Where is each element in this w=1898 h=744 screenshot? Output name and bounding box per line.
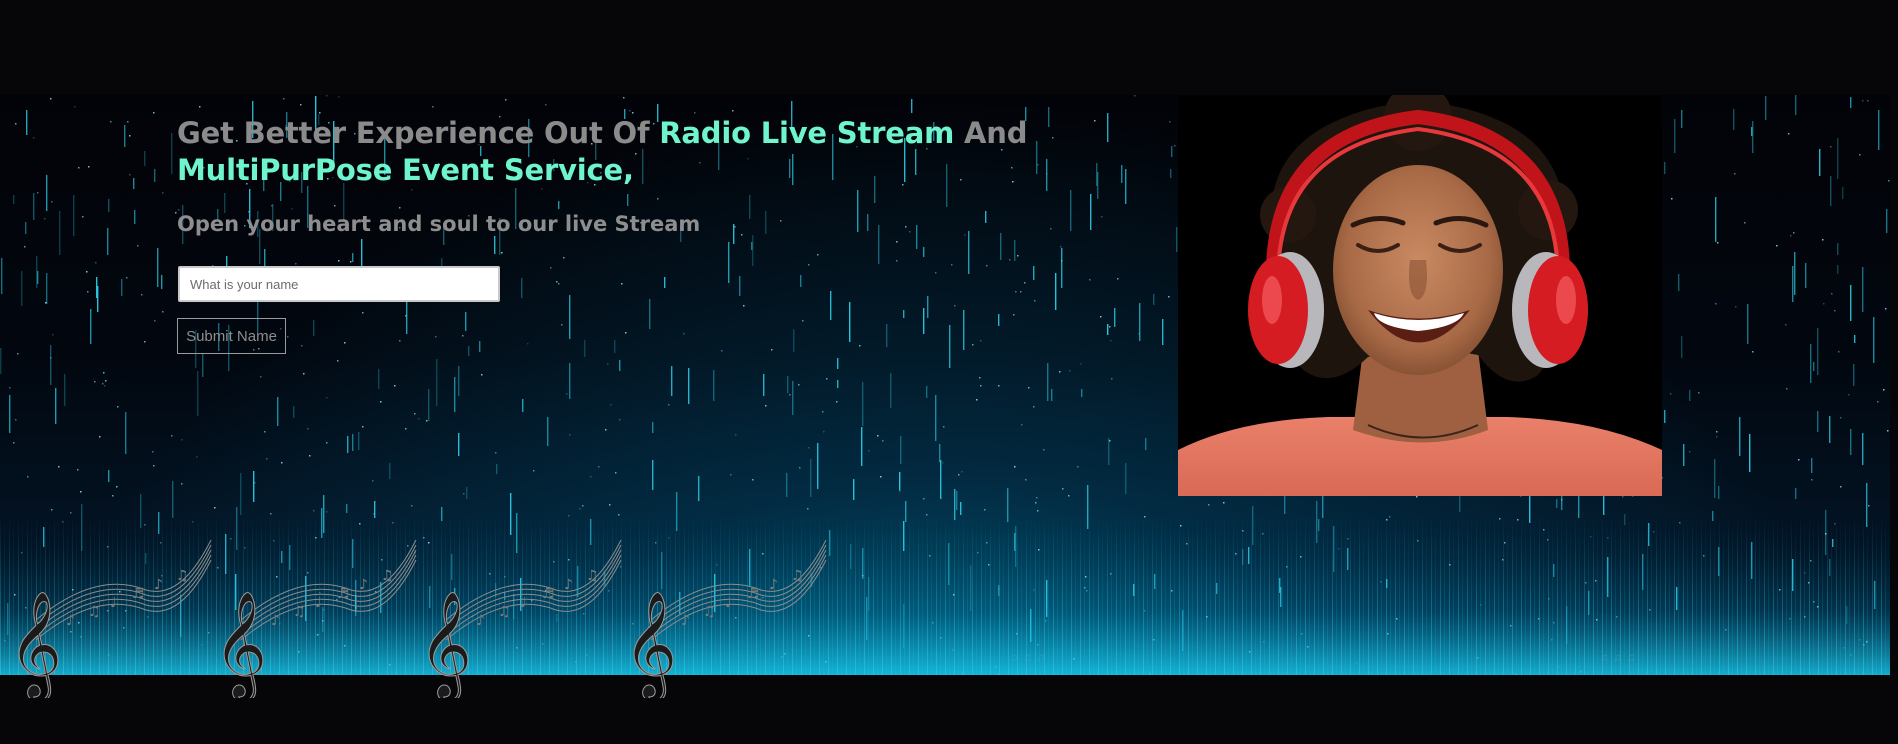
svg-text:♪: ♪	[271, 613, 280, 629]
svg-text:♫: ♫	[88, 604, 101, 620]
watermark-mark: ♫ ♫ ♫	[1010, 652, 1046, 664]
svg-text:♫: ♫	[586, 568, 599, 584]
svg-text:♪: ♪	[359, 577, 368, 593]
hero-headline: Get Better Experience Out Of Radio Live …	[177, 115, 1037, 189]
svg-text:♫: ♫	[791, 568, 804, 584]
svg-text:♩: ♩	[110, 595, 117, 611]
headline-accent-radio: Radio Live Stream	[659, 116, 955, 150]
hero-subheadline: Open your heart and soul to our live Str…	[177, 212, 701, 236]
svg-text:♪: ♪	[66, 613, 75, 629]
svg-text:♪: ♪	[564, 577, 573, 593]
svg-text:𝄞: 𝄞	[213, 590, 267, 698]
svg-text:♩: ♩	[315, 595, 322, 611]
svg-text:♫: ♫	[293, 604, 306, 620]
svg-text:♬: ♬	[747, 586, 760, 602]
headline-accent-event: MultiPurPose Event Service,	[177, 153, 634, 187]
svg-text:𝄞: 𝄞	[8, 590, 62, 698]
svg-text:♫: ♫	[381, 568, 394, 584]
headline-text-1: Get Better Experience Out Of	[177, 116, 660, 150]
name-input[interactable]	[178, 266, 500, 302]
svg-text:♪: ♪	[681, 613, 690, 629]
watermark-mark: ♫ ♫ ♫	[1600, 652, 1636, 664]
svg-text:♬: ♬	[132, 586, 145, 602]
svg-text:♬: ♬	[337, 586, 350, 602]
svg-text:♪: ♪	[476, 613, 485, 629]
svg-text:♬: ♬	[542, 586, 555, 602]
woman-with-red-headphones-icon	[1178, 95, 1662, 496]
svg-text:♩: ♩	[725, 595, 732, 611]
svg-text:𝄞: 𝄞	[418, 590, 472, 698]
treble-clef-music-notes-icon: 𝄞 ♪♫♩♬♪♫𝄞 ♪♫♩♬♪♫𝄞 ♪♫♩♬♪♫𝄞 ♪♫♩♬♪♫	[8, 539, 827, 698]
submit-name-button[interactable]: Submit Name	[177, 318, 286, 354]
svg-text:♩: ♩	[520, 595, 527, 611]
svg-text:♪: ♪	[154, 577, 163, 593]
headline-text-2: And	[954, 116, 1028, 150]
svg-text:♪: ♪	[769, 577, 778, 593]
svg-text:♫: ♫	[498, 604, 511, 620]
svg-text:𝄞: 𝄞	[623, 590, 677, 698]
svg-text:♫: ♫	[703, 604, 716, 620]
svg-text:♫: ♫	[176, 568, 189, 584]
